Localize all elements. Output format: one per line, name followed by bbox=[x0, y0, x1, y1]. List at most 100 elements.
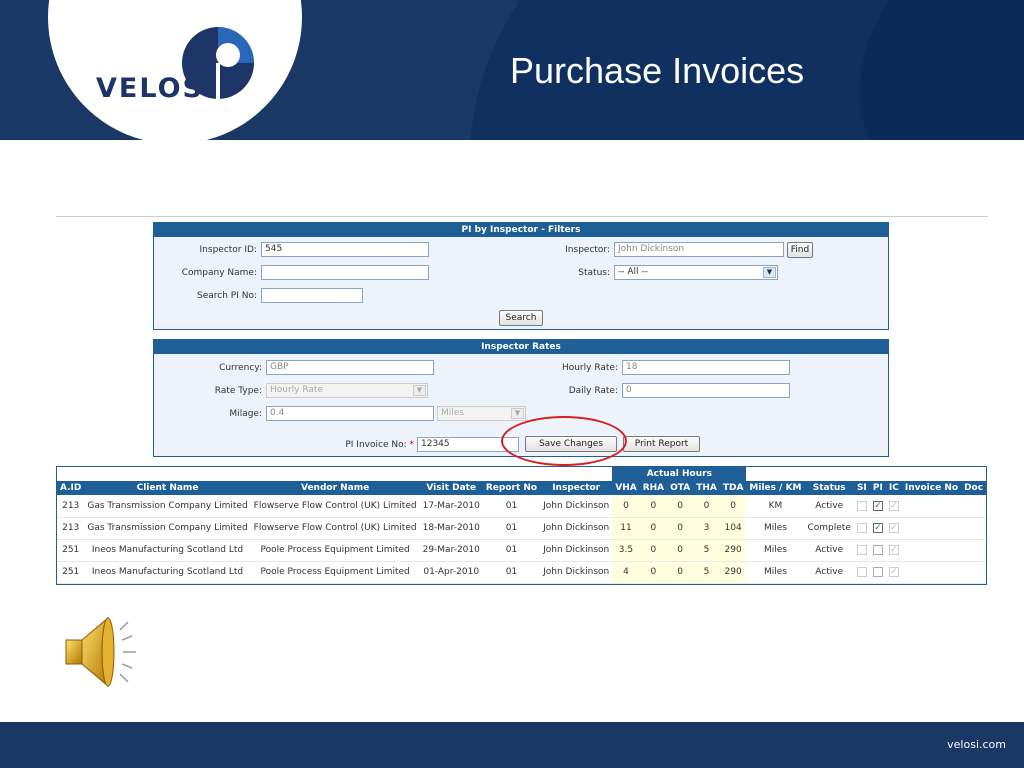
inspector-id-input[interactable]: 545 bbox=[261, 242, 429, 257]
cell-date: 01-Apr-2010 bbox=[419, 561, 483, 584]
column-header[interactable]: RHA bbox=[639, 481, 668, 495]
actual-hours-header: Actual Hours bbox=[612, 467, 747, 481]
status-label: Status: bbox=[578, 268, 610, 278]
column-header[interactable]: IC bbox=[885, 481, 902, 495]
cell-ota: 0 bbox=[667, 539, 694, 562]
cell-date: 17-Mar-2010 bbox=[419, 495, 483, 518]
results-grid: Actual Hours A.ID Client Name Vendor Name V… bbox=[56, 466, 987, 585]
status-select[interactable]: -- All -- ▼ bbox=[614, 265, 778, 280]
column-header[interactable]: Invoice No bbox=[901, 481, 962, 495]
find-button[interactable]: Find bbox=[787, 242, 813, 258]
chevron-down-icon[interactable]: ▼ bbox=[763, 267, 776, 278]
column-header[interactable]: Report No bbox=[482, 481, 541, 495]
column-header[interactable]: Visit Date bbox=[419, 481, 483, 495]
cell-inspector: John Dickinson bbox=[540, 517, 613, 540]
rate-type-select[interactable]: Hourly Rate ▼ bbox=[266, 383, 428, 398]
hourly-rate-input[interactable]: 18 bbox=[622, 360, 790, 375]
cell-doc bbox=[961, 561, 987, 584]
cell-ic: ✓ bbox=[885, 495, 902, 518]
pi-checkbox[interactable] bbox=[872, 566, 883, 577]
ic-checkbox[interactable]: ✓ bbox=[888, 522, 899, 533]
cell-ic: ✓ bbox=[885, 539, 902, 562]
cell-tha: 0 bbox=[693, 495, 720, 518]
currency-input[interactable]: GBP bbox=[266, 360, 434, 375]
cell-miles: KM bbox=[746, 495, 805, 518]
cell-aid: 251 bbox=[57, 539, 85, 562]
column-header[interactable]: Client Name bbox=[84, 481, 251, 495]
slide-title: Purchase Invoices bbox=[510, 50, 805, 91]
cell-vha: 4 bbox=[612, 561, 640, 584]
column-header[interactable]: THA bbox=[693, 481, 720, 495]
cell-doc bbox=[961, 539, 987, 562]
table-row[interactable]: 213 Gas Transmission Company Limited Flows… bbox=[57, 495, 987, 518]
column-header[interactable]: SI bbox=[853, 481, 870, 495]
table-row[interactable]: 213 Gas Transmission Company Limited Flows… bbox=[57, 517, 987, 540]
daily-rate-input[interactable]: 0 bbox=[622, 383, 790, 398]
si-checkbox[interactable] bbox=[856, 522, 867, 533]
cell-doc bbox=[961, 495, 987, 518]
rates-heading: Inspector Rates bbox=[154, 340, 888, 354]
logo-badge: VELOSI bbox=[48, 0, 302, 140]
company-name-input[interactable] bbox=[261, 265, 429, 280]
search-button[interactable]: Search bbox=[499, 310, 543, 326]
filters-panel: PI by Inspector - Filters Inspector ID: … bbox=[153, 222, 889, 330]
column-header[interactable]: Doc bbox=[961, 481, 987, 495]
column-header[interactable]: PI bbox=[869, 481, 886, 495]
si-checkbox[interactable] bbox=[856, 566, 867, 577]
cell-miles: Miles bbox=[746, 517, 805, 540]
rate-type-value: Hourly Rate bbox=[270, 385, 324, 395]
search-pi-input[interactable] bbox=[261, 288, 363, 303]
cell-date: 18-Mar-2010 bbox=[419, 517, 483, 540]
inspector-input[interactable]: John Dickinson bbox=[614, 242, 784, 257]
ic-checkbox[interactable]: ✓ bbox=[888, 566, 899, 577]
chevron-down-icon[interactable]: ▼ bbox=[511, 408, 524, 419]
cell-report: 01 bbox=[482, 495, 541, 518]
inspector-label: Inspector: bbox=[565, 245, 610, 255]
si-checkbox[interactable] bbox=[856, 500, 867, 511]
pi-checkbox[interactable]: ✓ bbox=[872, 522, 883, 533]
slide-header: VELOSI Purchase Invoices bbox=[0, 0, 1024, 140]
print-report-button[interactable]: Print Report bbox=[623, 436, 700, 452]
cell-invoice bbox=[901, 495, 962, 518]
pi-invoice-label: PI Invoice No: * bbox=[314, 440, 414, 450]
cell-vendor: Flowserve Flow Control (UK) Limited bbox=[250, 495, 420, 518]
ic-checkbox[interactable]: ✓ bbox=[888, 544, 899, 555]
si-checkbox[interactable] bbox=[856, 544, 867, 555]
cell-status: Complete bbox=[804, 517, 854, 540]
ic-checkbox[interactable]: ✓ bbox=[888, 500, 899, 511]
cell-rha: 0 bbox=[639, 495, 668, 518]
cell-ota: 0 bbox=[667, 561, 694, 584]
cell-aid: 251 bbox=[57, 561, 85, 584]
pi-checkbox[interactable]: ✓ bbox=[872, 500, 883, 511]
cell-status: Active bbox=[804, 495, 854, 518]
cell-si bbox=[853, 561, 870, 584]
milage-input[interactable]: 0.4 bbox=[266, 406, 434, 421]
cell-ota: 0 bbox=[667, 495, 694, 518]
pi-checkbox[interactable] bbox=[872, 544, 883, 555]
inspector-id-label: Inspector ID: bbox=[199, 245, 257, 255]
chevron-down-icon[interactable]: ▼ bbox=[413, 385, 426, 396]
cell-date: 29-Mar-2010 bbox=[419, 539, 483, 562]
cell-invoice bbox=[901, 539, 962, 562]
speaker-icon[interactable] bbox=[62, 612, 142, 692]
column-header[interactable]: OTA bbox=[667, 481, 694, 495]
cell-tda: 0 bbox=[719, 495, 747, 518]
column-header[interactable]: Miles / KM bbox=[746, 481, 805, 495]
cell-rha: 0 bbox=[639, 539, 668, 562]
milage-unit-select[interactable]: Miles ▼ bbox=[437, 406, 526, 421]
column-header[interactable]: Inspector bbox=[540, 481, 613, 495]
status-select-value: -- All -- bbox=[618, 267, 648, 277]
filters-heading: PI by Inspector - Filters bbox=[154, 223, 888, 237]
column-header[interactable]: VHA bbox=[612, 481, 640, 495]
grid-body: 213 Gas Transmission Company Limited Flows… bbox=[57, 495, 987, 584]
column-header[interactable]: A.ID bbox=[57, 481, 85, 495]
column-header[interactable]: Vendor Name bbox=[250, 481, 420, 495]
column-header[interactable]: TDA bbox=[719, 481, 747, 495]
table-row[interactable]: 251 Ineos Manufacturing Scotland Ltd Poole… bbox=[57, 561, 987, 584]
column-header[interactable]: Status bbox=[804, 481, 854, 495]
table-row[interactable]: 251 Ineos Manufacturing Scotland Ltd Poole… bbox=[57, 539, 987, 562]
search-pi-label: Search PI No: bbox=[197, 291, 257, 301]
pi-invoice-label-text: PI Invoice No: bbox=[345, 440, 407, 450]
cell-miles: Miles bbox=[746, 561, 805, 584]
cell-ic: ✓ bbox=[885, 561, 902, 584]
